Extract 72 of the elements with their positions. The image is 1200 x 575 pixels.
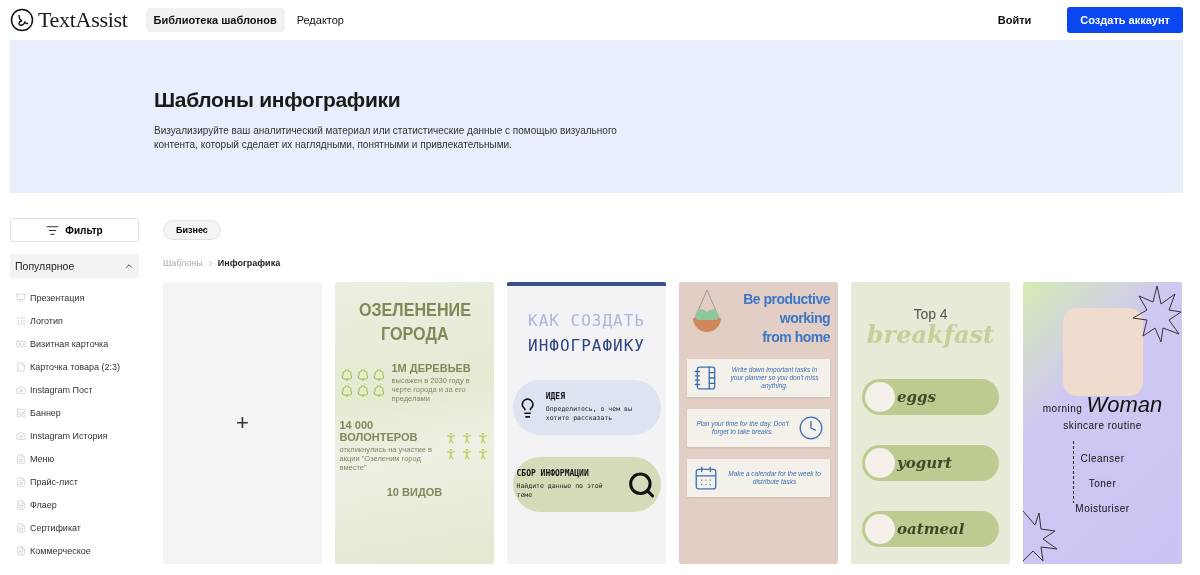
- step-heading: СБОР ИНФОРМАЦИИ: [516, 469, 590, 478]
- template-title: working: [778, 309, 830, 328]
- document-icon: [16, 476, 26, 487]
- stat-value: 1М ДЕРЕВЬЕВ: [391, 362, 472, 374]
- step-heading: ИДЕЯ: [545, 392, 566, 401]
- page-title: Шаблоны инфографики: [154, 88, 402, 112]
- category-item[interactable]: Instagram Пост: [10, 378, 139, 401]
- routine-step: Cleanser: [1078, 453, 1127, 464]
- stat-value: 14 000 ВОЛОНТЕРОВ: [339, 419, 419, 443]
- template-title: Woman: [1086, 392, 1163, 418]
- trees-icons-drawing: [339, 367, 386, 398]
- page-description: Визуализируйте ваш аналитический материал или статистические данные с помощью визуального контента, который сделает их наглядными, понятными и привлекательными.: [154, 124, 618, 152]
- id-card-icon: [16, 338, 26, 349]
- new-template-card[interactable]: +: [163, 282, 322, 564]
- document-icon: [16, 499, 26, 510]
- document-icon: [16, 453, 26, 464]
- food-label: eggs: [897, 388, 936, 406]
- category-item[interactable]: Карточка товара (2:3): [10, 355, 139, 378]
- food-label: yogurt: [897, 454, 952, 472]
- nav-tab[interactable]: Редактор: [288, 8, 352, 32]
- template-heading: Top 4: [913, 306, 948, 322]
- stat-value: 10 ВИДОВ: [386, 486, 443, 498]
- category-item[interactable]: Визитная карточка: [10, 332, 139, 355]
- calendar-icon: [693, 465, 719, 491]
- category-item[interactable]: Прайс-лист: [10, 470, 139, 493]
- breadcrumb-link[interactable]: Инфографика: [217, 258, 281, 268]
- category-item[interactable]: Сертификат: [10, 516, 139, 539]
- starburst-icon: [1132, 284, 1182, 344]
- routine-step: Moisturiser: [1073, 503, 1132, 514]
- category-item[interactable]: Instagram История: [10, 424, 139, 447]
- logo-text: TextAssist: [38, 7, 128, 33]
- tag-chip[interactable]: Бизнес: [163, 220, 221, 240]
- category-item[interactable]: Меню: [10, 447, 139, 470]
- nav-tab[interactable]: Библиотека шаблонов: [145, 8, 285, 32]
- presentation-icon: [16, 292, 26, 303]
- clock-icon: [798, 415, 824, 441]
- filter-icon: [46, 223, 60, 237]
- dots-icon: [16, 315, 26, 326]
- chevron-up-icon: [124, 261, 134, 271]
- food-label: oatmeal: [897, 520, 965, 538]
- template-title: ОЗЕЛЕНЕНИЕ: [358, 298, 471, 322]
- food-photo-placeholder: [865, 382, 895, 412]
- food-photo-placeholder: [865, 448, 895, 478]
- template-title: ГОРОДА: [380, 322, 449, 346]
- template-subtitle: skincare routine: [1063, 420, 1142, 431]
- layout-icon: [16, 407, 26, 418]
- document-icon: [16, 522, 26, 533]
- category-section-header[interactable]: Популярное: [10, 254, 139, 278]
- logo-icon: [10, 8, 34, 32]
- template-card[interactable]: [679, 282, 838, 564]
- routine-step: Toner: [1086, 478, 1119, 489]
- food-photo-placeholder: [865, 514, 895, 544]
- template-title: ИНФОГРАФИКУ: [528, 335, 645, 357]
- category-item[interactable]: Логотип: [10, 309, 139, 332]
- category-item[interactable]: Баннер: [10, 401, 139, 424]
- file-icon: [16, 361, 26, 372]
- filter-button[interactable]: Фильтр: [10, 218, 139, 242]
- category-item[interactable]: Флаер: [10, 493, 139, 516]
- camera-icon: [16, 430, 26, 441]
- category-item[interactable]: Коммерческое: [10, 539, 139, 562]
- plus-icon: +: [236, 410, 249, 436]
- login-link[interactable]: Войти: [997, 14, 1032, 26]
- camera-icon: [16, 384, 26, 395]
- category-item[interactable]: Презентация: [10, 286, 139, 309]
- template-card[interactable]: Top 4 breakfast eggs yogurt oatmeal: [851, 282, 1010, 564]
- template-subtitle: morning: [1042, 403, 1083, 414]
- template-title: from home: [761, 328, 830, 347]
- template-title: КАК СОЗДАТЬ: [528, 310, 645, 332]
- template-title: Be productive: [743, 290, 830, 309]
- template-card[interactable]: morning Woman skincare routine Cleanser Toner Moisturiser: [1023, 282, 1182, 564]
- signup-button[interactable]: Создать аккаунт: [1067, 7, 1183, 33]
- document-icon: [16, 545, 26, 556]
